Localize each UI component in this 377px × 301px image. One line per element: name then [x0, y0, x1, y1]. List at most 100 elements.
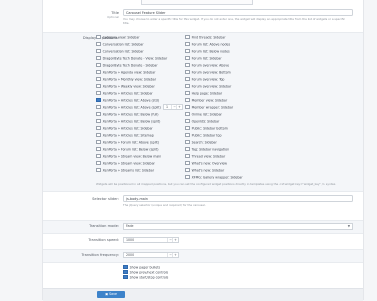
checkbox-icon[interactable] — [96, 146, 101, 152]
position-option[interactable]: Find threads: Sidebar — [185, 34, 226, 40]
transition-speed-stepper[interactable]: 1000 − + — [123, 237, 179, 243]
position-option[interactable]: Category view: Sidebar — [96, 34, 140, 40]
position-option[interactable]: What's new: Sidebar — [185, 167, 224, 173]
transition-mode-select[interactable]: Fade ▼ — [123, 223, 353, 230]
position-option[interactable]: Forum overview: Above — [185, 62, 229, 68]
checkbox-icon[interactable] — [185, 125, 190, 131]
position-order-stepper[interactable]: 1 − + — [163, 104, 183, 110]
position-option[interactable]: Search: Sidebar — [185, 139, 217, 145]
position-option[interactable]: Forum overview: Bottom — [185, 69, 231, 75]
position-option[interactable]: XenPorta » Stream view: Below main — [96, 153, 161, 159]
position-option[interactable]: Public: Sidebar bottom — [185, 125, 228, 131]
checkbox-icon[interactable] — [96, 97, 101, 103]
position-option[interactable]: XenPorta » Articles list: Below (split) — [96, 118, 160, 124]
position-option[interactable]: DragonByte Tech Donate - View: Sidebar — [96, 55, 167, 61]
position-option[interactable]: Conversation list: Sidebar — [96, 48, 144, 54]
position-option[interactable]: Forum list: Above nodes — [185, 41, 230, 47]
checkbox-icon[interactable] — [96, 167, 101, 173]
selector-input[interactable]: js-body-main — [123, 195, 353, 202]
position-option[interactable]: Online list: Sidebar — [185, 111, 222, 117]
checkbox-icon[interactable] — [123, 264, 128, 270]
checkbox-icon[interactable] — [96, 132, 101, 138]
position-option[interactable]: Public: Sidebar top — [185, 132, 222, 138]
checkbox-icon[interactable] — [185, 104, 190, 110]
position-option[interactable]: XenPorta » Weekly view: Sidebar — [96, 83, 155, 89]
position-option[interactable]: Member wrapper: Sidebar — [185, 104, 233, 110]
checkbox-icon[interactable] — [185, 167, 190, 173]
position-option[interactable]: XenPorta » Forum list: Above (split) — [96, 139, 159, 145]
position-option[interactable]: XenPorta » Articles list: Below (full) — [96, 111, 159, 117]
position-option[interactable]: Forum list: Sidebar — [185, 55, 222, 61]
position-option[interactable]: Forum list: Below nodes — [185, 48, 230, 54]
checkbox-icon[interactable] — [185, 97, 190, 103]
checkbox-icon[interactable] — [185, 34, 190, 40]
position-option-label: XenPorta » Articles list: Sitemap — [102, 133, 154, 138]
increment-icon[interactable]: + — [172, 253, 178, 257]
checkbox-icon[interactable] — [123, 274, 128, 280]
checkbox-icon[interactable] — [96, 153, 101, 159]
checkbox-icon[interactable] — [96, 69, 101, 75]
checkbox-icon[interactable] — [96, 41, 101, 47]
position-option[interactable]: XenPorta » Articles list: Sidebar — [96, 125, 153, 131]
position-option[interactable]: XenPorta » Streams list: Sidebar — [96, 167, 154, 173]
checkbox-icon[interactable] — [96, 83, 101, 89]
position-option[interactable]: XenPorta » Articles list: Above (std) — [96, 97, 159, 103]
checkbox-icon[interactable] — [96, 90, 101, 96]
checkbox-icon[interactable] — [185, 55, 190, 61]
checkbox-icon[interactable] — [185, 132, 190, 138]
position-option[interactable]: XenPorta » Forum list: Below (split) — [96, 146, 159, 152]
checkbox-icon[interactable] — [185, 174, 190, 180]
increment-icon[interactable]: + — [172, 238, 178, 242]
position-option[interactable]: Member view: Sidebar — [185, 97, 227, 103]
checkbox-icon[interactable] — [96, 76, 101, 82]
transition-frequency-stepper[interactable]: 2000 − + — [123, 252, 179, 258]
checkbox-icon[interactable] — [185, 41, 190, 47]
position-option-label: Online list: Sidebar — [191, 112, 222, 117]
position-option[interactable]: XenPorta » Articles list: Sidebar — [96, 90, 153, 96]
checkbox-icon[interactable] — [185, 153, 190, 159]
checkbox-icon[interactable] — [185, 118, 190, 124]
checkbox-icon[interactable] — [185, 69, 190, 75]
checkbox-icon[interactable] — [96, 118, 101, 124]
checkbox-icon[interactable] — [185, 160, 190, 166]
checkbox-icon[interactable] — [185, 62, 190, 68]
position-option[interactable]: OpenIdS: Sidebar — [185, 118, 219, 124]
option-show-start-stop[interactable]: Show start/stop controls — [123, 274, 168, 280]
position-option[interactable]: DragonByte Tech Donate - Sidebar — [96, 62, 158, 68]
position-option[interactable]: XFMG: Gallery wrapper: Sidebar — [185, 174, 243, 180]
save-label: Save — [109, 292, 117, 296]
checkbox-icon[interactable] — [96, 62, 101, 68]
position-option[interactable]: XenPorta » Articles list: Above (split) — [96, 104, 161, 110]
checkbox-icon[interactable] — [96, 111, 101, 117]
title-input[interactable]: Carousel Feature Slider — [123, 9, 353, 16]
save-button[interactable]: ▣ Save — [97, 291, 125, 298]
checkbox-icon[interactable] — [185, 90, 190, 96]
checkbox-icon[interactable] — [185, 111, 190, 117]
position-option[interactable]: XenPorta » Agenda view: Sidebar — [96, 69, 155, 75]
checkbox-icon[interactable] — [96, 104, 101, 110]
checkbox-icon[interactable] — [96, 34, 101, 40]
form-top-stub — [141, 0, 253, 5]
checkbox-icon[interactable] — [185, 83, 190, 89]
checkbox-icon[interactable] — [185, 139, 190, 145]
position-option[interactable]: XenPorta » Articles list: Sitemap — [96, 132, 154, 138]
checkbox-icon[interactable] — [185, 146, 190, 152]
position-option[interactable]: What's new: Overview — [185, 160, 227, 166]
position-option[interactable]: Thread view: Sidebar — [185, 153, 225, 159]
checkbox-icon[interactable] — [96, 55, 101, 61]
position-option[interactable]: Tag: Sidebar navigation — [185, 146, 229, 152]
increment-icon[interactable]: + — [176, 105, 182, 109]
checkbox-icon[interactable] — [123, 269, 128, 275]
position-option[interactable]: Conversation list: Sidebar — [96, 41, 144, 47]
position-option[interactable]: XenPorta » Stream view: Sidebar — [96, 160, 155, 166]
checkbox-icon[interactable] — [96, 139, 101, 145]
position-option[interactable]: Forum overview: Sidebar — [185, 83, 231, 89]
checkbox-icon[interactable] — [96, 160, 101, 166]
position-option[interactable]: Help page: Sidebar — [185, 90, 222, 96]
checkbox-icon[interactable] — [96, 48, 101, 54]
position-option[interactable]: Forum overview: Top — [185, 76, 224, 82]
checkbox-icon[interactable] — [185, 48, 190, 54]
checkbox-icon[interactable] — [185, 76, 190, 82]
position-option[interactable]: XenPorta » Monthly view: Sidebar — [96, 76, 156, 82]
checkbox-icon[interactable] — [96, 125, 101, 131]
